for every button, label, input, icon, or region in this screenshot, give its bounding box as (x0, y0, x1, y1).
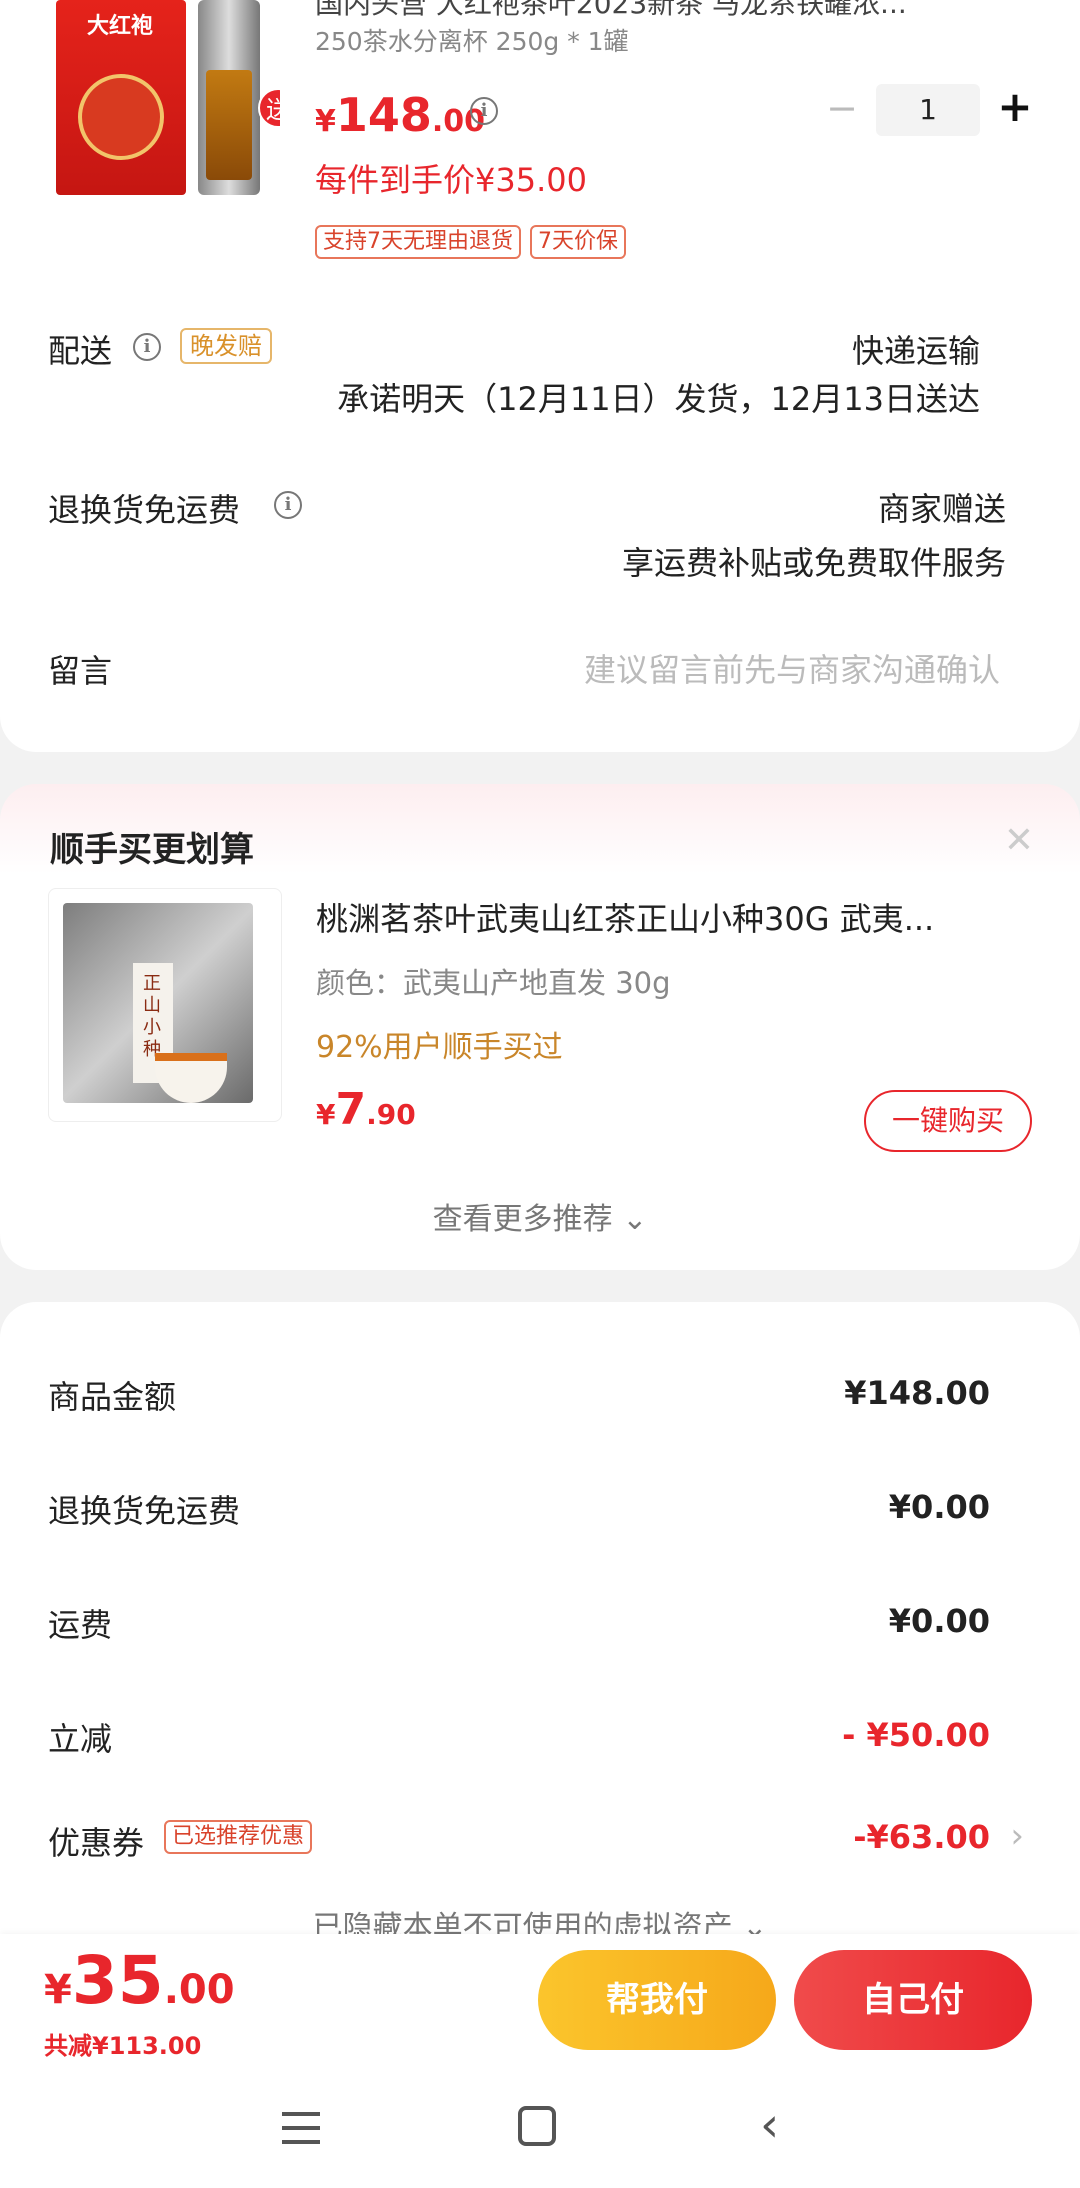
summary-card: 商品金额 ¥148.00 退换货免运费 ¥0.00 运费 ¥0.00 立减 - … (0, 1302, 1080, 1962)
summary-label-shipping: 运费 (48, 1606, 113, 1644)
one-click-buy-button[interactable]: 一键购买 (864, 1090, 1032, 1152)
recommend-price-dec: .90 (366, 1098, 416, 1131)
summary-label-goods: 商品金额 (48, 1378, 177, 1416)
product-image[interactable]: 大红袍 送 (48, 0, 280, 200)
recommend-item-image[interactable]: 正山小种 (48, 888, 282, 1122)
total-dec: .00 (163, 1967, 235, 2013)
price-int: 148 (335, 88, 432, 142)
summary-value-coupon[interactable]: -¥63.00 (853, 1818, 990, 1856)
quantity-plus-button[interactable]: + (995, 82, 1035, 131)
recommend-item-price: ¥7.90 (316, 1084, 416, 1135)
late-compensation-badge[interactable]: 晚发赔 (180, 328, 272, 364)
recommend-item-spec: 颜色：武夷山产地直发 30g (316, 966, 671, 1000)
product-title[interactable]: 国内头营 大红袍茶叶2023新茶 马龙系铁罐浓... (315, 0, 1015, 22)
return-fee-value: 商家赠送 (877, 490, 1006, 528)
recommend-social-proof: 92%用户顺手买过 (316, 1030, 563, 1065)
return-fee-info-icon[interactable]: i (274, 491, 302, 519)
price-protect-tag: 7天价保 (530, 225, 626, 259)
price-symbol: ¥ (315, 104, 336, 139)
unit-price: 每件到手价¥35.00 (315, 161, 587, 199)
return-fee-desc: 享运费补贴或免费取件服务 (621, 544, 1006, 582)
summary-value-shipping: ¥0.00 (888, 1602, 990, 1640)
menu-icon[interactable] (282, 2110, 320, 2144)
tea-tin-image: 大红袍 (56, 0, 186, 195)
return-policy-tag: 支持7天无理由退货 (315, 225, 521, 259)
close-icon[interactable]: ✕ (1004, 820, 1034, 861)
summary-label-discount: 立减 (48, 1720, 113, 1758)
message-input[interactable]: 建议留言前先与商家沟通确认 (584, 645, 1000, 691)
recommend-card: 顺手买更划算 ✕ 正山小种 桃渊茗茶叶武夷山红茶正山小种30G 武夷... 颜色… (0, 784, 1080, 1270)
delivery-method[interactable]: 快递运输 (852, 326, 980, 372)
message-label: 留言 (48, 652, 113, 690)
coupon-recommended-badge: 已选推荐优惠 (164, 1820, 313, 1854)
recommend-price-symbol: ¥ (316, 1098, 336, 1131)
recommend-price-int: 7 (335, 1084, 367, 1135)
cup-image (198, 0, 260, 195)
total-saved: 共减¥113.00 (44, 2032, 202, 2060)
quantity-input[interactable]: 1 (876, 84, 980, 136)
total-symbol: ¥ (44, 1967, 72, 2013)
summary-value-discount: - ¥50.00 (842, 1716, 990, 1754)
gift-badge: 送 (258, 88, 280, 128)
return-fee-label: 退换货免运费 (48, 491, 241, 529)
product-card: 大红袍 送 国内头营 大红袍茶叶2023新茶 马龙系铁罐浓... 250茶水分离… (0, 0, 1080, 752)
summary-label-coupon[interactable]: 优惠券 (48, 1818, 144, 1864)
total-price: ¥35.00 (44, 1942, 235, 2019)
tea-bag-label: 正山小种 (143, 973, 161, 1060)
recommend-title: 顺手买更划算 (50, 830, 254, 870)
quantity-minus-button[interactable]: − (822, 86, 862, 130)
delivery-promise: 承诺明天（12月11日）发货，12月13日送达 (337, 380, 980, 418)
price-info-icon[interactable]: i (470, 97, 498, 125)
pay-myself-button[interactable]: 自己付 (794, 1950, 1032, 2050)
tin-label-text: 大红袍 (86, 13, 153, 39)
recommend-item-title[interactable]: 桃渊茗茶叶武夷山红茶正山小种30G 武夷... (316, 894, 1036, 940)
system-nav-bar: ‹ (0, 2074, 1080, 2188)
help-me-pay-button[interactable]: 帮我付 (538, 1950, 776, 2050)
see-more-recommend-link[interactable]: 查看更多推荐 ⌄ (0, 1194, 1080, 1238)
chevron-right-icon[interactable]: › (1010, 1816, 1024, 1856)
back-icon[interactable]: ‹ (760, 2100, 800, 2150)
delivery-label: 配送 (48, 332, 113, 370)
home-icon[interactable] (518, 2106, 556, 2146)
total-int: 35 (71, 1942, 164, 2019)
delivery-info-icon[interactable]: i (133, 333, 161, 361)
summary-value-goods: ¥148.00 (844, 1374, 990, 1412)
summary-label-return-fee: 退换货免运费 (48, 1492, 241, 1530)
product-spec[interactable]: 250茶水分离杯 250g * 1罐 (315, 22, 629, 58)
summary-value-return-fee: ¥0.00 (888, 1488, 990, 1526)
tin-emblem (78, 74, 164, 160)
product-price: ¥148.00 (315, 88, 485, 142)
checkout-bar: ¥35.00 共减¥113.00 帮我付 自己付 (0, 1934, 1080, 2074)
